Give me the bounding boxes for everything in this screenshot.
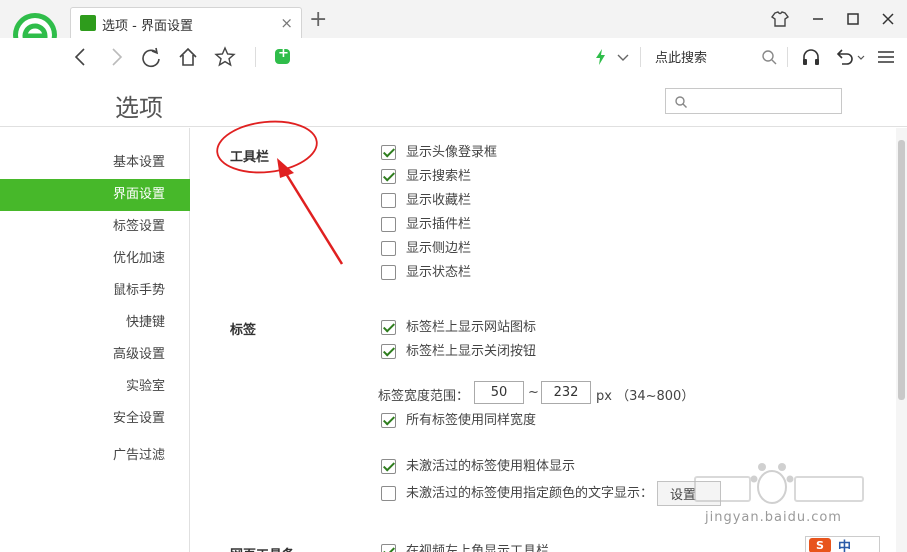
checkbox[interactable] bbox=[381, 320, 396, 335]
checkbox[interactable] bbox=[381, 217, 396, 232]
ime-chinese-mode[interactable]: 中 bbox=[838, 536, 851, 552]
toolbar-divider bbox=[255, 47, 256, 67]
checkbox[interactable] bbox=[381, 193, 396, 208]
sogou-ime-icon[interactable]: S bbox=[809, 538, 831, 552]
sidebar-item-basic[interactable]: 基本设置 bbox=[0, 147, 190, 179]
wrench-icon bbox=[80, 15, 96, 31]
lightning-icon[interactable] bbox=[590, 46, 612, 68]
options-sidebar: 基本设置 界面设置 标签设置 优化加速 鼠标手势 快捷键 高级设置 实验室 安全… bbox=[0, 128, 190, 552]
checkbox[interactable] bbox=[381, 241, 396, 256]
chevron-down-icon[interactable] bbox=[612, 46, 634, 68]
home-icon[interactable] bbox=[177, 46, 199, 68]
forward-icon[interactable] bbox=[105, 46, 127, 68]
skin-shirt-icon[interactable] bbox=[768, 8, 792, 30]
tab-width-min-input[interactable] bbox=[474, 381, 524, 404]
ime-toolbar[interactable]: S 中 bbox=[805, 536, 880, 552]
menu-icon[interactable] bbox=[875, 46, 897, 68]
headphones-icon[interactable] bbox=[800, 46, 822, 68]
sidebar-item-lab[interactable]: 实验室 bbox=[0, 371, 190, 403]
sidebar-item-ad-filter[interactable]: 广告过滤 bbox=[0, 440, 190, 472]
checkbox[interactable] bbox=[381, 413, 396, 428]
sidebar-item-shortcuts[interactable]: 快捷键 bbox=[0, 307, 190, 339]
sidebar-item-interface[interactable]: 界面设置 bbox=[0, 179, 190, 211]
section-title-page-toolbar: 网页工具条 bbox=[230, 544, 295, 552]
maximize-icon[interactable] bbox=[841, 8, 865, 30]
tab-width-max-input[interactable] bbox=[541, 381, 591, 404]
tab-width-separator: ~ bbox=[528, 385, 539, 400]
toolbar-divider bbox=[640, 47, 641, 67]
section-title-toolbar: 工具栏 bbox=[230, 150, 270, 165]
active-tab[interactable]: 选项 - 界面设置 × bbox=[70, 7, 302, 38]
checkbox[interactable] bbox=[381, 169, 396, 184]
extension-plus-icon[interactable] bbox=[275, 46, 290, 64]
new-tab-button[interactable]: + bbox=[309, 9, 327, 31]
section-title-tabs: 标签 bbox=[230, 323, 257, 338]
sidebar-item-security[interactable]: 安全设置 bbox=[0, 403, 190, 435]
checkbox[interactable] bbox=[381, 459, 396, 474]
sidebar-item-optimize[interactable]: 优化加速 bbox=[0, 243, 190, 275]
tab-close-icon[interactable]: × bbox=[280, 14, 293, 32]
scrollbar-thumb[interactable] bbox=[898, 140, 905, 400]
checkbox[interactable] bbox=[381, 544, 396, 552]
checkbox[interactable] bbox=[381, 344, 396, 359]
close-window-icon[interactable] bbox=[876, 8, 900, 30]
browser-chrome: 选项 - 界面设置 × + + 点此搜索 bbox=[0, 0, 907, 76]
checkbox[interactable] bbox=[381, 145, 396, 160]
tab-width-range-label: 标签宽度范围： bbox=[378, 389, 470, 404]
sidebar-item-mouse-gesture[interactable]: 鼠标手势 bbox=[0, 275, 190, 307]
checkbox[interactable] bbox=[381, 486, 396, 501]
page-title: 选项 bbox=[115, 94, 163, 122]
search-icon[interactable] bbox=[758, 46, 780, 68]
options-header: 选项 bbox=[0, 77, 907, 127]
options-search-input[interactable] bbox=[665, 88, 842, 114]
navigation-bar bbox=[0, 38, 907, 76]
watermark-domain: jingyan.baidu.com bbox=[705, 510, 842, 525]
search-icon bbox=[675, 96, 687, 108]
tab-width-unit: px （34~800） bbox=[596, 389, 695, 404]
search-hint[interactable]: 点此搜索 bbox=[655, 47, 707, 66]
undo-dropdown-icon[interactable] bbox=[852, 46, 874, 68]
sidebar-item-advanced[interactable]: 高级设置 bbox=[0, 339, 190, 371]
minimize-icon[interactable] bbox=[806, 8, 830, 30]
checkbox[interactable] bbox=[381, 265, 396, 280]
tab-title: 选项 - 界面设置 bbox=[102, 19, 193, 34]
star-icon[interactable] bbox=[214, 46, 236, 68]
back-icon[interactable] bbox=[70, 46, 92, 68]
refresh-icon[interactable] bbox=[140, 46, 162, 68]
toolbar-divider bbox=[787, 47, 788, 67]
content-scrollbar[interactable] bbox=[896, 128, 907, 552]
sidebar-item-tabs[interactable]: 标签设置 bbox=[0, 211, 190, 243]
